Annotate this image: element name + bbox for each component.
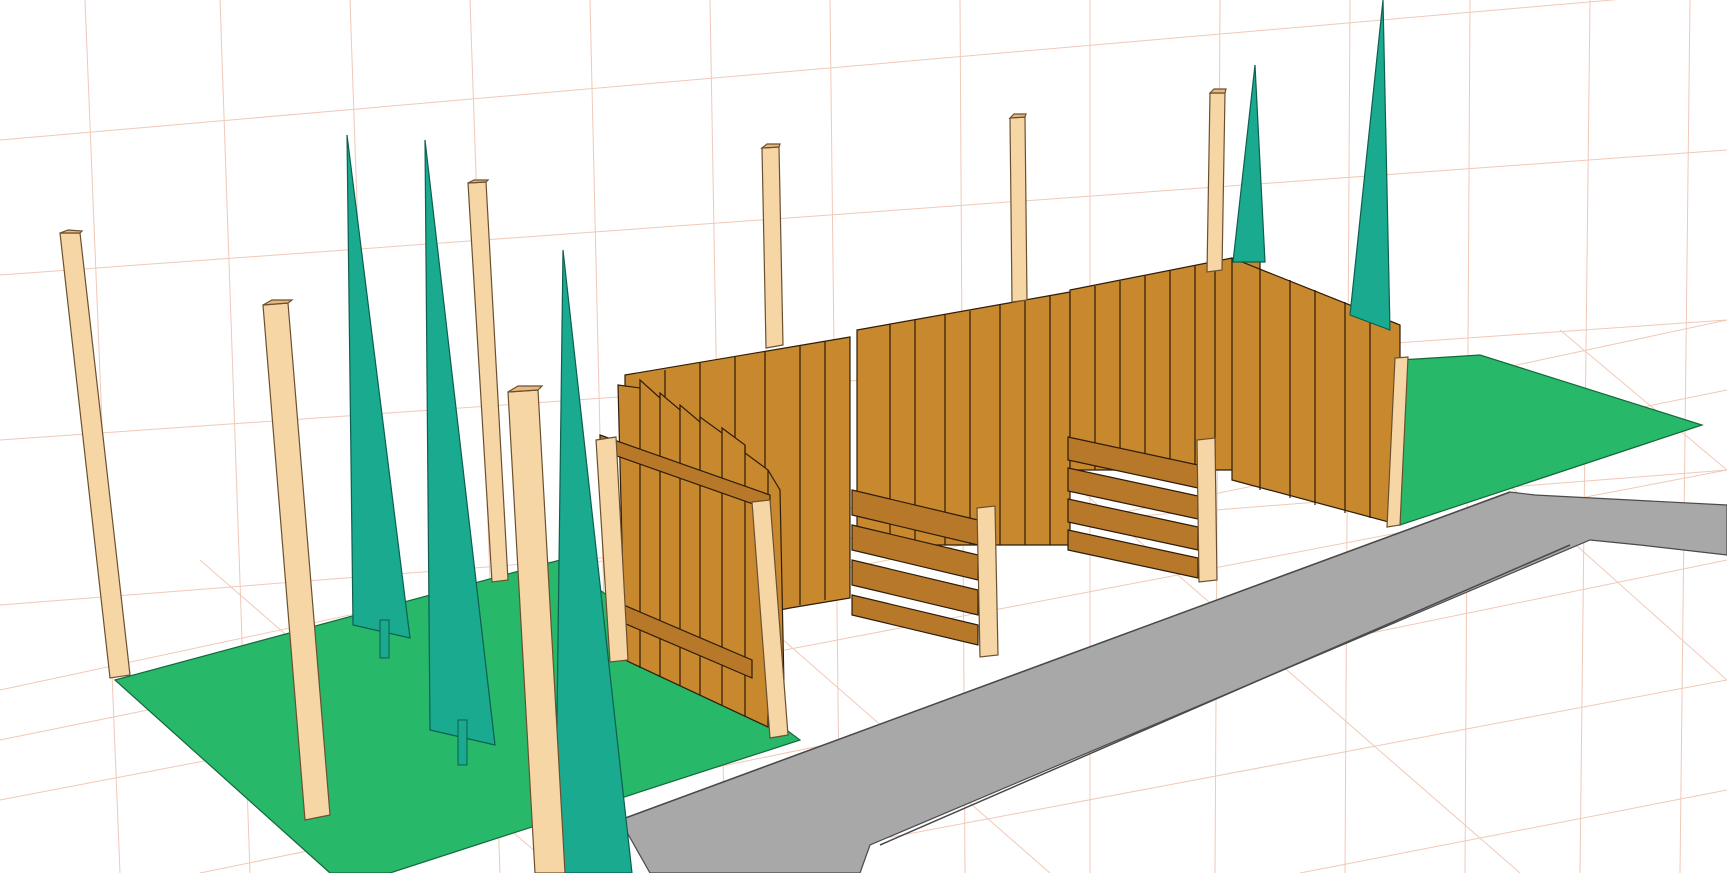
post-icon[interactable] bbox=[1196, 437, 1218, 583]
tree-trunk bbox=[379, 619, 390, 659]
3d-viewport[interactable] bbox=[0, 0, 1727, 873]
post-icon[interactable] bbox=[1206, 92, 1226, 273]
post-icon[interactable] bbox=[976, 505, 999, 658]
tree-trunk bbox=[457, 719, 468, 766]
scene-canvas[interactable] bbox=[0, 0, 1727, 873]
post-icon[interactable] bbox=[1009, 116, 1028, 303]
post-icon[interactable] bbox=[761, 146, 784, 349]
